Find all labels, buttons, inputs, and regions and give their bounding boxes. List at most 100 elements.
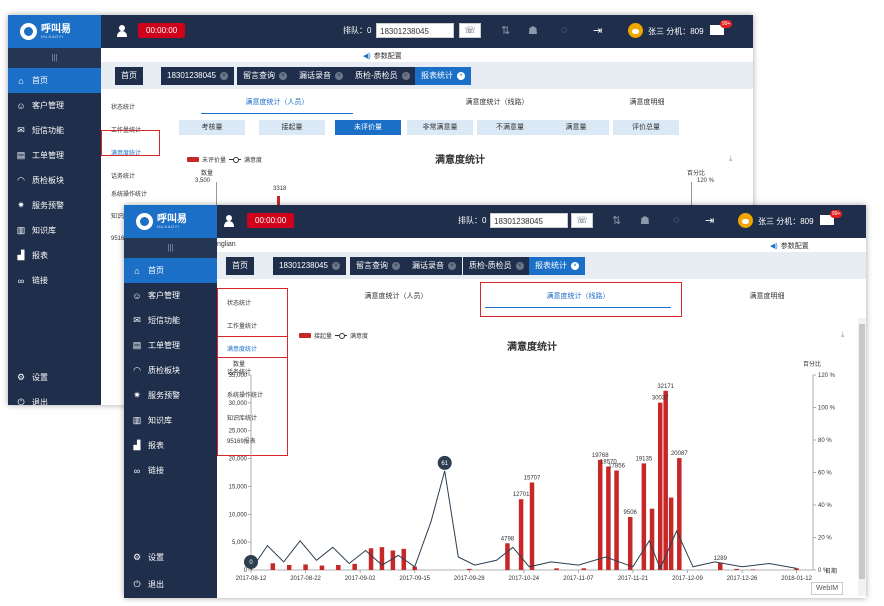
sidebar-item-links[interactable]: ∞ 链接 <box>8 268 101 293</box>
close-icon[interactable]: × <box>279 71 287 80</box>
headset-status-icon[interactable]: ◌ <box>561 24 568 36</box>
agent-avatar[interactable] <box>628 23 643 38</box>
logout-door-icon[interactable]: ⇥ <box>705 214 714 227</box>
transfer-icon[interactable]: ⇅ <box>612 214 621 227</box>
webim-widget[interactable]: WebIM <box>811 582 844 595</box>
transfer-icon[interactable]: ⇅ <box>501 24 510 37</box>
sidebar-item-sms[interactable]: ✉ 短信功能 <box>8 118 101 143</box>
tab-home[interactable]: 首页 <box>115 67 143 85</box>
sidebar-item-reports[interactable]: ▟ 报表 <box>124 433 217 458</box>
vertical-scrollbar[interactable] <box>858 318 866 596</box>
sidebar-item-customers[interactable]: ☺ 客户管理 <box>124 283 217 308</box>
sidebar-item-settings[interactable]: ⚙ 设置 <box>8 365 101 390</box>
headset-status-icon[interactable]: ◌ <box>673 214 680 226</box>
sidebar-item-home[interactable]: ⌂ 首页 <box>8 68 101 93</box>
close-icon[interactable]: × <box>331 261 340 270</box>
sidebar-item-tickets[interactable]: ▤ 工单管理 <box>8 143 101 168</box>
close-icon[interactable]: × <box>392 261 400 270</box>
subtab-satisfaction-by-person[interactable]: 满意度统计（人员） <box>311 286 481 308</box>
conference-icon[interactable]: ☗ <box>640 214 650 227</box>
tab-label: 首页 <box>232 261 248 270</box>
metric-very-satisfied[interactable]: 非常满意量 <box>407 120 473 135</box>
subtab-satisfaction-detail[interactable]: 满意度明细 <box>687 286 847 308</box>
dial-button[interactable]: ☏ <box>459 23 481 38</box>
user-icon[interactable] <box>223 215 235 227</box>
metric-dissatisfied[interactable]: 不满意量 <box>477 120 543 135</box>
x-tick-label: 2017-08-22 <box>290 576 321 582</box>
tab-phone[interactable]: 18301238045 × <box>273 257 346 275</box>
sidebar-item-sms[interactable]: ✉ 短信功能 <box>124 308 217 333</box>
tab-quality-inspector[interactable]: 质检-质检员 × <box>349 67 416 85</box>
conference-icon[interactable]: ☗ <box>528 24 538 37</box>
app-logo[interactable]: 呼叫易 HUJIAOYI <box>124 205 217 238</box>
config-link[interactable]: ◀) 参数配置 <box>363 51 402 61</box>
download-icon[interactable]: ⤓ <box>729 154 733 164</box>
close-icon[interactable]: × <box>457 71 465 80</box>
app-logo[interactable]: 呼叫易 HUJIAOYI <box>8 15 101 48</box>
subnav-system-ops[interactable]: 系统操作统计 <box>101 189 172 201</box>
tab-messages[interactable]: 留言查询 × <box>237 67 293 85</box>
metric-unrated[interactable]: 未评价量 <box>335 120 401 135</box>
sidebar-collapse-handle[interactable]: ||| <box>8 48 101 68</box>
tab-phone[interactable]: 18301238045 × <box>161 67 234 85</box>
x-tick-label: 2017-09-28 <box>454 576 485 582</box>
close-icon[interactable]: × <box>401 71 410 80</box>
main-panel: nglian ◀) 参数配置 首页 18301238045 × 留言查询 × 漏话录音… <box>217 238 866 598</box>
close-icon[interactable]: × <box>335 71 343 80</box>
sidebar-item-logout[interactable]: ⏻ 退出 <box>124 572 217 597</box>
logout-door-icon[interactable]: ⇥ <box>593 24 602 37</box>
tab-messages[interactable]: 留言查询 × <box>350 257 406 275</box>
tab-reports[interactable]: 报表统计 × <box>415 67 471 85</box>
sidebar-item-alerts[interactable]: ✷ 服务预警 <box>8 193 101 218</box>
user-icon[interactable] <box>116 25 128 37</box>
sidebar-item-quality[interactable]: ◠ 质检板块 <box>124 358 217 383</box>
phone-number-input[interactable]: 18301238045 <box>376 23 454 38</box>
sidebar-item-alerts[interactable]: ✷ 服务预警 <box>124 383 217 408</box>
config-link[interactable]: ◀) 参数配置 <box>770 241 809 251</box>
dial-button[interactable]: ☏ <box>571 213 593 228</box>
legend-bar-swatch[interactable] <box>187 157 199 162</box>
metric-satisfied[interactable]: 满意量 <box>543 120 609 135</box>
speaker-icon: ◀) <box>770 243 778 250</box>
sidebar-item-tickets[interactable]: ▤ 工单管理 <box>124 333 217 358</box>
close-icon[interactable]: × <box>219 71 228 80</box>
sidebar-item-logout[interactable]: ⏻ 退出 <box>8 390 101 405</box>
sidebar-item-quality[interactable]: ◠ 质检板块 <box>8 168 101 193</box>
phone-number-input[interactable]: 18301238045 <box>490 213 568 228</box>
legend-line-swatch[interactable] <box>229 157 242 163</box>
agent-avatar[interactable] <box>738 213 753 228</box>
sidebar-item-knowledge[interactable]: ▥ 知识库 <box>8 218 101 243</box>
tab-home[interactable]: 首页 <box>226 257 254 275</box>
tab-reports[interactable]: 报表统计 × <box>529 257 585 275</box>
sidebar-item-links[interactable]: ∞ 链接 <box>124 458 217 483</box>
bar-value-label: 19135 <box>636 456 653 462</box>
sidebar-item-label: 服务预警 <box>32 201 64 210</box>
subtab-satisfaction-by-person[interactable]: 满意度统计（人员） <box>201 92 353 114</box>
metric-total-ratings[interactable]: 评价总量 <box>613 120 679 135</box>
metric-answered[interactable]: 接起量 <box>259 120 325 135</box>
metric-assessed[interactable]: 考核量 <box>179 120 245 135</box>
subtab-satisfaction-by-line[interactable]: 满意度统计（线路） <box>421 92 573 114</box>
headset-icon: ◠ <box>17 175 25 185</box>
alert-icon: ✷ <box>17 200 25 210</box>
sidebar-item-reports[interactable]: ▟ 报表 <box>8 243 101 268</box>
sidebar-item-home[interactable]: ⌂ 首页 <box>124 258 217 283</box>
y-tick-label: 30,000 <box>229 401 248 407</box>
close-icon[interactable]: × <box>448 261 456 270</box>
close-icon[interactable]: × <box>571 261 579 270</box>
tab-recordings[interactable]: 漏话录音 × <box>406 257 462 275</box>
tab-recordings[interactable]: 漏话录音 × <box>293 67 349 85</box>
y2-tick-label: 120 % <box>818 373 836 379</box>
sidebar-item-knowledge[interactable]: ▥ 知识库 <box>124 408 217 433</box>
sidebar-item-customers[interactable]: ☺ 客户管理 <box>8 93 101 118</box>
sidebar-item-settings[interactable]: ⚙ 设置 <box>124 545 217 570</box>
tab-quality-inspector[interactable]: 质检-质检员 × <box>463 257 530 275</box>
sidebar-collapse-handle[interactable]: ||| <box>124 238 217 258</box>
subnav-traffic[interactable]: 话务统计 <box>101 166 172 189</box>
scrollbar-thumb[interactable] <box>859 324 865 579</box>
subnav-status[interactable]: 状态统计 <box>101 97 172 120</box>
settings-icon: ⚙ <box>16 372 26 382</box>
subtab-satisfaction-detail[interactable]: 满意度明细 <box>571 92 723 114</box>
close-icon[interactable]: × <box>515 261 524 270</box>
sidebar-item-label: 短信功能 <box>32 126 64 135</box>
